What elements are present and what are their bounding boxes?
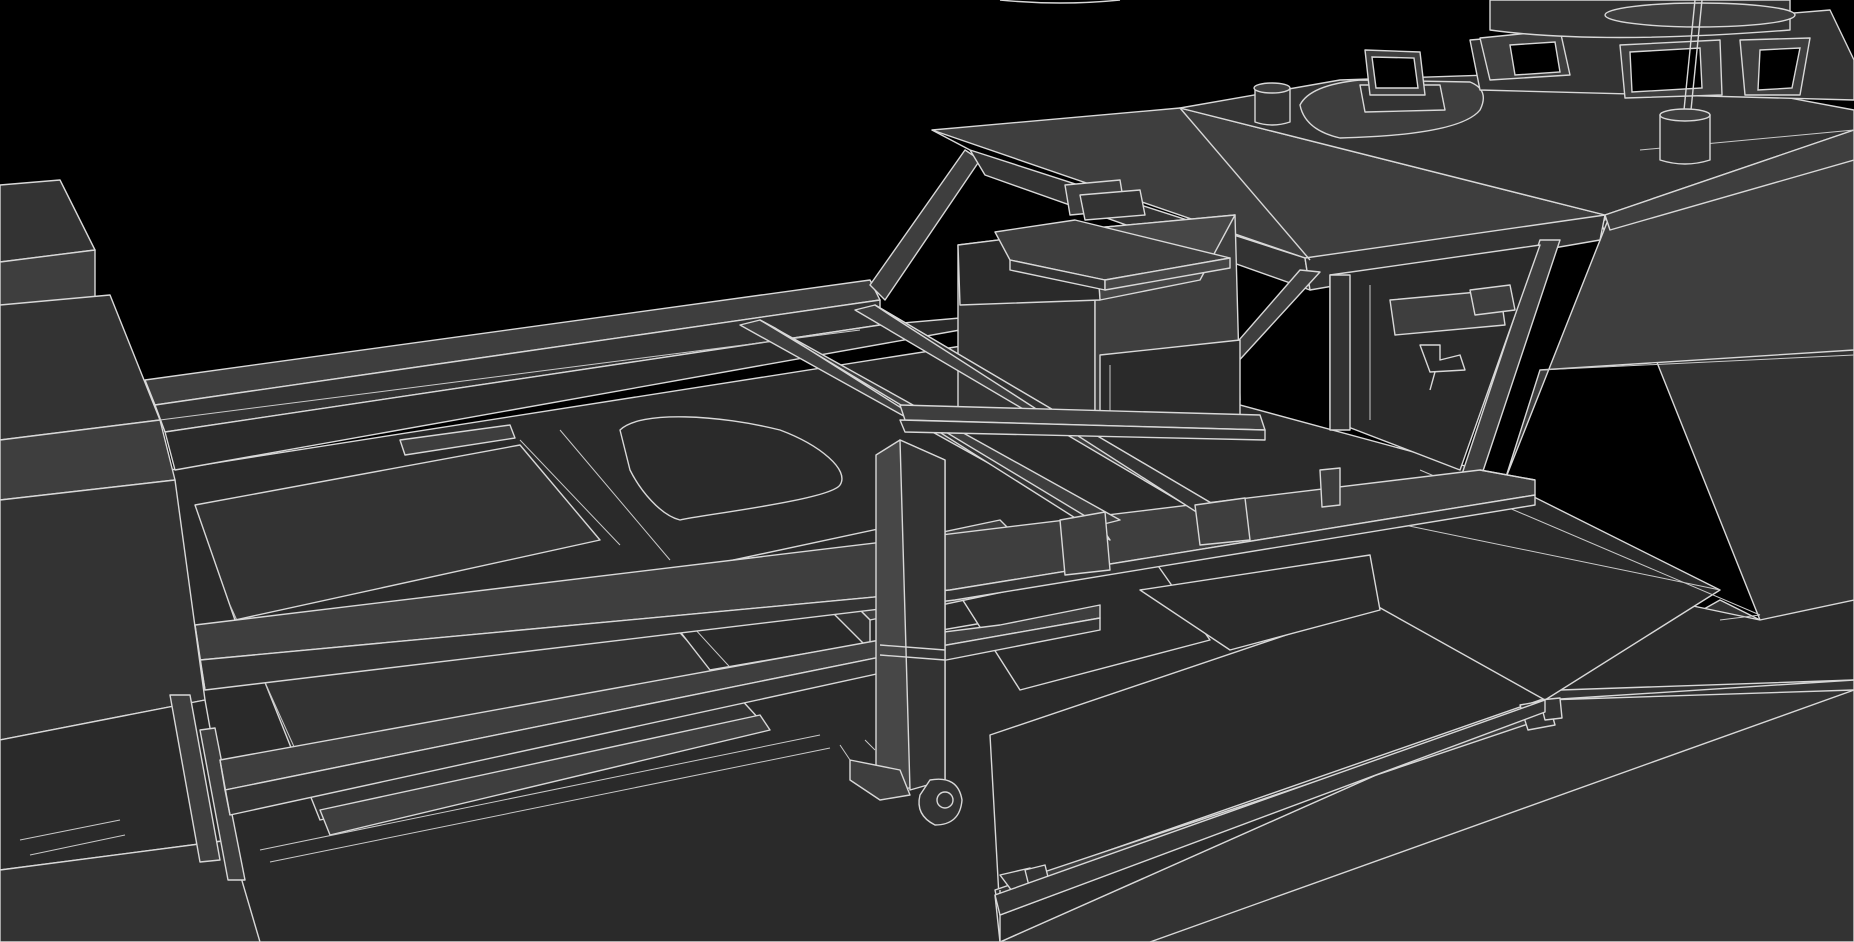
central-box bbox=[957, 214, 1241, 433]
viewport-3d-scene[interactable] bbox=[0, 0, 1854, 942]
